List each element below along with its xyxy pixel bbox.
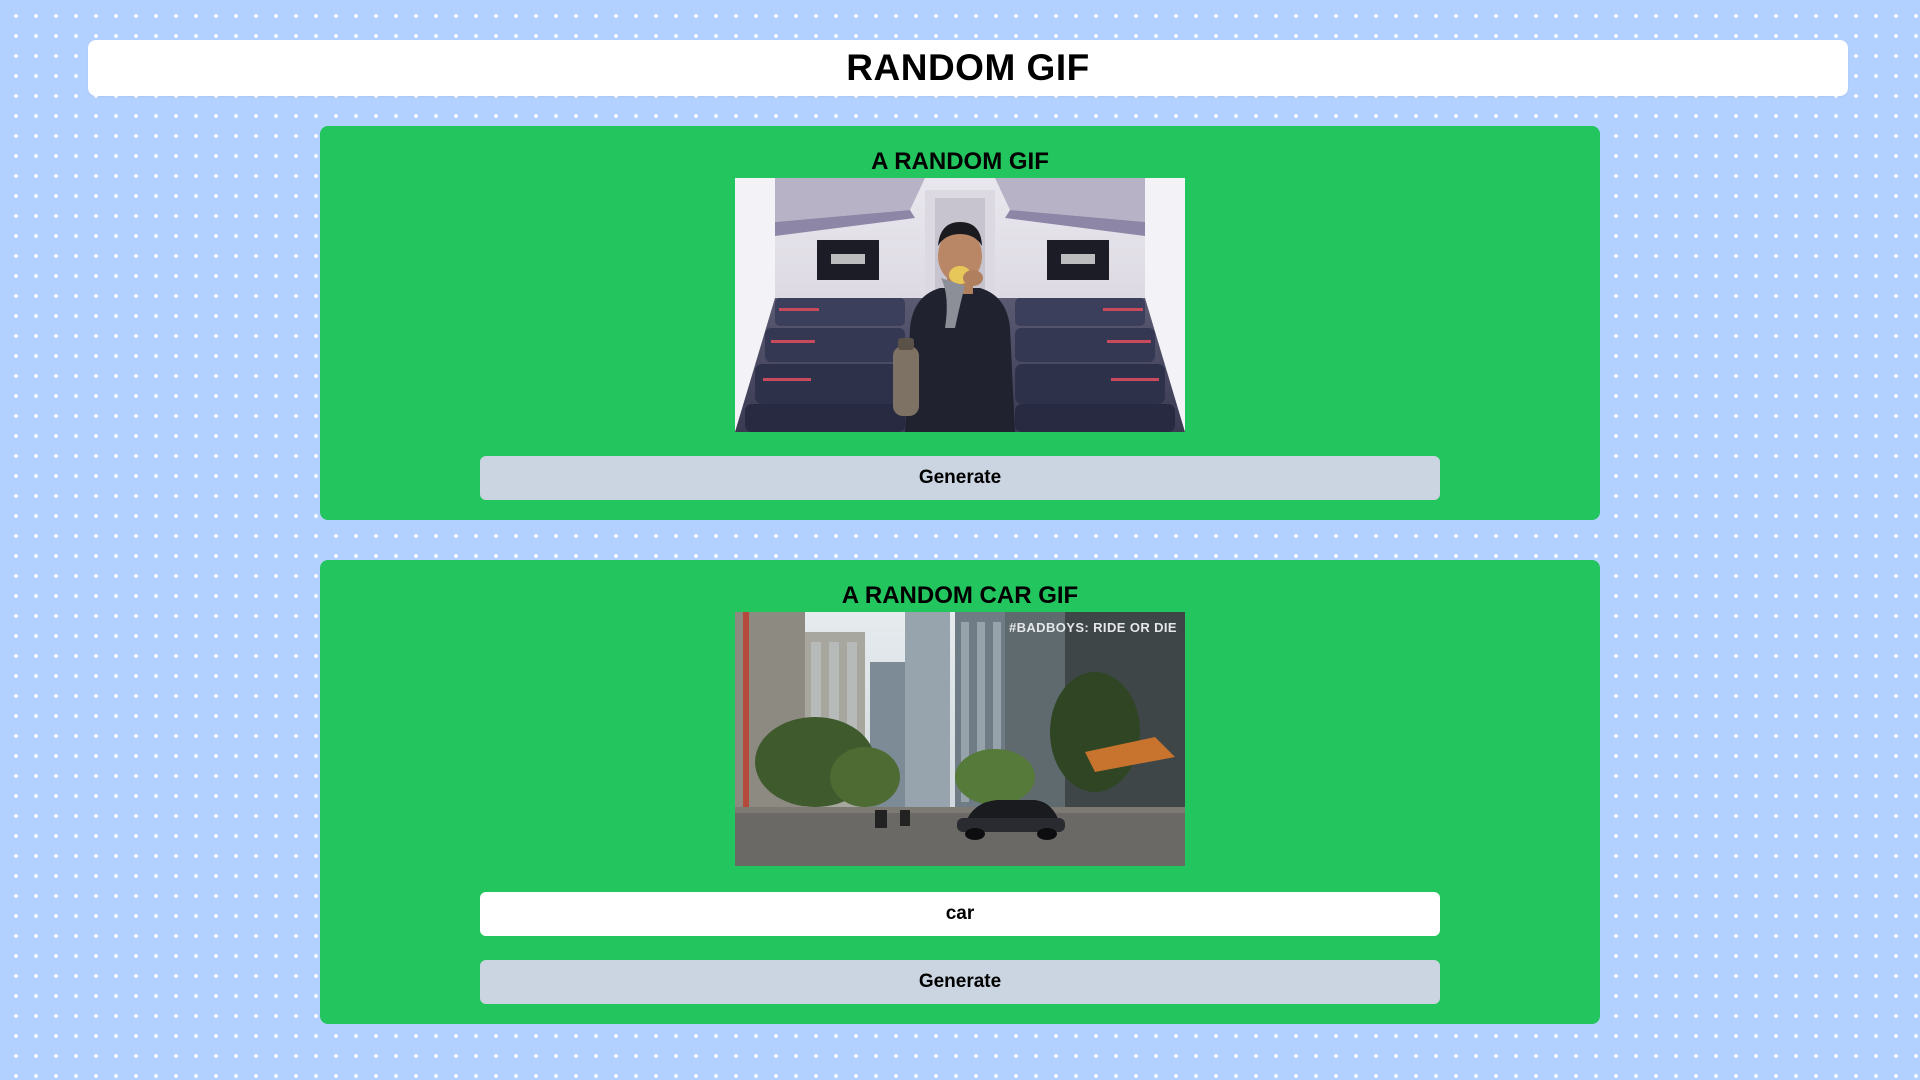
- car-generate-button[interactable]: Generate: [480, 960, 1440, 1004]
- car-gif-overlay-text: #BADBOYS: RIDE OR DIE: [1009, 620, 1177, 635]
- tag-search-input[interactable]: [480, 892, 1440, 936]
- random-generate-button[interactable]: Generate: [480, 456, 1440, 500]
- random-gif-title: A RANDOM GIF: [871, 148, 1049, 175]
- page-header: RANDOM GIF: [88, 40, 1848, 96]
- random-gif-image: [735, 178, 1185, 432]
- random-gif-card: A RANDOM GIF Generate: [320, 126, 1600, 520]
- car-gif-title: A RANDOM CAR GIF: [841, 582, 1079, 609]
- page-title: RANDOM GIF: [846, 47, 1090, 88]
- car-gif-image: #BADBOYS: RIDE OR DIE: [735, 612, 1185, 866]
- car-gif-card: A RANDOM CAR GIF #BADBOYS: RIDE OR DIE c…: [320, 560, 1600, 1024]
